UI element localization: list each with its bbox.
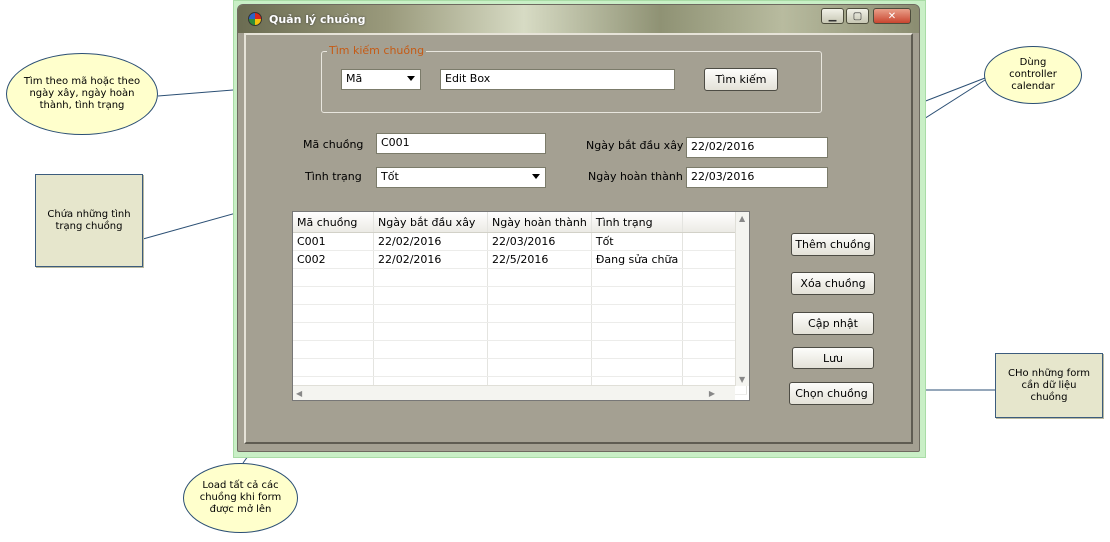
scroll-right-icon[interactable]: ▶ [709, 389, 715, 398]
grid-cell[interactable]: C002 [293, 250, 374, 269]
load-annotation: Load tất cả các chuồng khi form được mở … [183, 463, 298, 533]
ngay-bat-dau-input[interactable]: 22/02/2016 [686, 137, 828, 158]
grid-header[interactable]: Ngày bắt đầu xây [373, 212, 488, 233]
grid-header[interactable]: Tình trạng [591, 212, 684, 233]
scroll-up-icon[interactable]: ▲ [739, 214, 745, 223]
table-row[interactable]: C001 22/02/2016 22/03/2016 Tốt [293, 232, 748, 251]
chuong-grid[interactable]: Mã chuồng Ngày bắt đầu xây Ngày hoàn thà… [292, 211, 750, 401]
app-icon [248, 12, 262, 26]
tinh-trang-select[interactable]: Tốt [376, 167, 546, 188]
grid-cell[interactable]: 22/03/2016 [487, 232, 592, 251]
ngay-bat-dau-label: Ngày bắt đầu xây [586, 139, 684, 152]
ma-chuong-label: Mã chuồng [303, 138, 364, 151]
table-row[interactable]: C002 22/02/2016 22/5/2016 Đang sửa chữa [293, 250, 748, 269]
calendar-annotation: Dùng controller calendar [984, 46, 1082, 104]
grid-cell[interactable]: C001 [293, 232, 374, 251]
maximize-button[interactable]: ▢ [846, 8, 869, 24]
table-row-empty [293, 304, 748, 323]
ngay-hoan-thanh-input[interactable]: 22/03/2016 [686, 167, 828, 188]
luu-button[interactable]: Lưu [792, 347, 874, 369]
search-field-value: Mã [346, 72, 363, 85]
chon-chuong-button[interactable]: Chọn chuồng [789, 382, 874, 405]
search-input[interactable]: Edit Box [440, 69, 675, 90]
table-row-empty [293, 322, 748, 341]
search-group-legend: Tìm kiếm chuồng [327, 44, 427, 57]
cap-nhat-button[interactable]: Cập nhật [792, 312, 874, 335]
tinh-trang-label: Tình trạng [305, 170, 362, 183]
maximize-icon: ▢ [852, 10, 863, 22]
grid-header[interactable]: Ngày hoàn thành [487, 212, 592, 233]
grid-cell[interactable]: 22/5/2016 [487, 250, 592, 269]
horizontal-scrollbar[interactable]: ◀ ▶ [293, 385, 735, 400]
grid-header[interactable]: Mã chuồng [293, 212, 374, 233]
minimize-icon: ▁ [828, 10, 837, 22]
table-row-empty [293, 268, 748, 287]
table-row-empty [293, 286, 748, 305]
dropdown-arrow-icon [407, 76, 415, 81]
xoa-chuong-button[interactable]: Xóa chuồng [791, 272, 875, 295]
grid-cell[interactable]: Tốt [591, 232, 684, 251]
minimize-button[interactable]: ▁ [821, 8, 844, 24]
vertical-scrollbar[interactable]: ▲ ▼ [735, 212, 749, 386]
grid-cell[interactable]: Đang sửa chữa [591, 250, 684, 269]
form-annotation: CHo những form cần dữ liệu chuồng [995, 353, 1103, 418]
grid-cell[interactable]: 22/02/2016 [373, 250, 488, 269]
them-chuong-button[interactable]: Thêm chuồng [791, 233, 875, 256]
dropdown-arrow-icon [532, 174, 540, 179]
table-row-empty [293, 340, 748, 359]
ngay-hoan-thanh-label: Ngày hoàn thành [588, 170, 683, 183]
ma-chuong-input[interactable]: C001 [376, 133, 546, 154]
table-row-empty [293, 358, 748, 377]
search-field-select[interactable]: Mã [341, 69, 421, 90]
grid-cell[interactable]: 22/02/2016 [373, 232, 488, 251]
status-annotation: Chứa những tình trạng chuồng [35, 174, 143, 267]
close-icon: ✕ [887, 10, 897, 22]
close-button[interactable]: ✕ [873, 8, 911, 24]
scroll-left-icon[interactable]: ◀ [296, 389, 302, 398]
search-button[interactable]: Tìm kiếm [704, 68, 778, 91]
search-annotation: Tìm theo mã hoặc theo ngày xây, ngày hoà… [6, 53, 158, 135]
tinh-trang-value: Tốt [381, 170, 399, 183]
scroll-down-icon[interactable]: ▼ [739, 375, 745, 384]
window-title: Quản lý chuồng [269, 13, 366, 26]
